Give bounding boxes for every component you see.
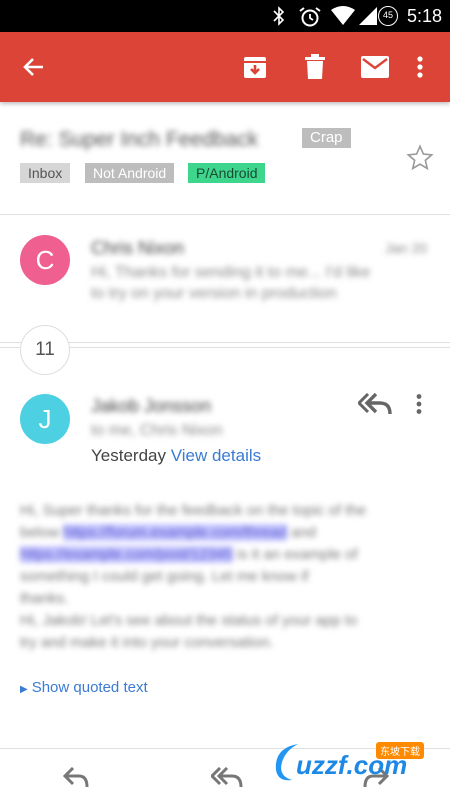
bluetooth-icon bbox=[273, 6, 285, 26]
watermark-logo: uzzf.com 东坡下载 bbox=[268, 738, 446, 788]
trash-icon bbox=[305, 54, 325, 79]
watermark-cn: 东坡下载 bbox=[376, 742, 424, 759]
archive-button[interactable] bbox=[235, 47, 275, 87]
body-text: below bbox=[20, 524, 60, 541]
body-text: is it an example of bbox=[236, 546, 358, 563]
reply-all-icon bbox=[211, 767, 243, 787]
show-quoted-label: Show quoted text bbox=[31, 679, 148, 696]
expand-triangle-icon: ▶ bbox=[20, 684, 28, 695]
mark-unread-button[interactable] bbox=[355, 47, 395, 87]
message-date: Yesterday bbox=[91, 446, 166, 465]
reply-all-button[interactable] bbox=[207, 767, 247, 800]
body-line: Hi, Super thanks for the feedback on the… bbox=[20, 502, 367, 519]
clock: 5:18 bbox=[406, 6, 442, 26]
reply-button[interactable] bbox=[56, 767, 96, 800]
reply-icon bbox=[63, 767, 89, 787]
battery-level: 45 bbox=[382, 10, 393, 20]
archive-icon bbox=[244, 57, 266, 78]
status-bar: 45 5:18 bbox=[0, 0, 450, 32]
label-tag-not-android[interactable]: Not Android bbox=[85, 163, 175, 183]
conversation-header: Re: Super Inch Feedback bbox=[0, 102, 450, 215]
more-vert-icon[interactable] bbox=[416, 394, 422, 414]
avatar: J bbox=[20, 394, 70, 444]
label-tag-inbox[interactable]: Inbox bbox=[20, 163, 71, 183]
body-line: something I could get going. Let me know… bbox=[20, 568, 309, 585]
snippet-line-2: to try on your version in production bbox=[91, 285, 337, 302]
label-tag-crap[interactable]: Crap bbox=[302, 128, 351, 148]
body-link[interactable]: https://example.com/post/12345 bbox=[20, 546, 233, 563]
sender-name: Jakob Jonsson bbox=[91, 396, 212, 416]
message-date: Jan 20 bbox=[385, 240, 428, 256]
subject-title: Re: Super Inch Feedback bbox=[20, 128, 259, 151]
body-line: thanks. bbox=[20, 590, 69, 607]
toolbar bbox=[0, 32, 450, 102]
sender-name: Chris Nixon bbox=[91, 238, 185, 258]
label-tag-p-android[interactable]: P/Android bbox=[188, 163, 266, 183]
show-quoted-text-link[interactable]: ▶ Show quoted text bbox=[20, 679, 148, 696]
body-line: try and make it into your conversation. bbox=[20, 634, 274, 651]
alarm-icon bbox=[299, 7, 321, 27]
more-vert-icon bbox=[417, 56, 423, 78]
body-line: https://example.com/post/12345 is it an … bbox=[20, 544, 435, 566]
overflow-menu-button[interactable] bbox=[400, 47, 440, 87]
message-body: Hi, Super thanks for the feedback on the… bbox=[20, 500, 435, 654]
body-line: Hi, Jakob! Let's see about the status of… bbox=[20, 612, 358, 629]
battery-indicator: 45 bbox=[378, 6, 398, 26]
message-date-line: Yesterday View details bbox=[91, 446, 261, 466]
mail-icon bbox=[361, 56, 389, 78]
delete-button[interactable] bbox=[295, 47, 335, 87]
star-icon[interactable] bbox=[406, 144, 434, 172]
arrow-back-icon bbox=[23, 58, 43, 76]
body-link[interactable]: https://forum.example.com/thread bbox=[63, 524, 287, 541]
view-details-link[interactable]: View details bbox=[171, 446, 261, 465]
wifi-icon bbox=[331, 6, 355, 25]
back-button[interactable] bbox=[14, 47, 54, 87]
body-line: below https://forum.example.com/thread a… bbox=[20, 522, 435, 544]
reply-all-icon[interactable] bbox=[358, 393, 392, 415]
collapsed-messages-count[interactable]: 11 bbox=[20, 325, 70, 375]
body-text: and bbox=[290, 524, 317, 541]
avatar: C bbox=[20, 235, 70, 285]
recipient-line: to me, Chris Nixon bbox=[91, 422, 223, 439]
snippet-line-1: Hi, Thanks for sending it to me... I'd l… bbox=[91, 264, 371, 281]
signal-icon bbox=[359, 7, 377, 25]
